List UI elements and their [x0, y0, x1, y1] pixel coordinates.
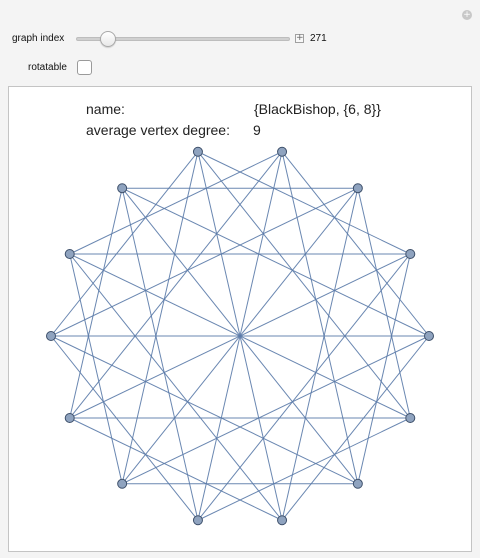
- graph-edge: [69, 151, 283, 255]
- graph-edge: [121, 335, 430, 485]
- graph-vertex: [117, 478, 128, 489]
- graph-vertex: [352, 183, 363, 194]
- graph-edge: [50, 335, 359, 485]
- graph-edge: [69, 417, 283, 521]
- graph-drawing: [46, 146, 434, 526]
- graph-vertex: [405, 248, 416, 259]
- graph-edge: [281, 188, 359, 521]
- graph-edge: [121, 151, 199, 484]
- graph-edge: [197, 417, 411, 521]
- graph-edge: [50, 335, 199, 521]
- app-window: + graph index + 271 rotatable name: {Bla…: [0, 0, 480, 558]
- graph-edge: [69, 253, 283, 521]
- graph-edge: [50, 187, 359, 337]
- graph-edge: [197, 253, 411, 521]
- graph-vertex: [64, 413, 75, 424]
- graph-edge: [281, 151, 359, 484]
- graph-edge: [197, 151, 411, 255]
- graph-vertex: [192, 146, 203, 157]
- graph-edge: [281, 151, 430, 337]
- graph-edge: [121, 188, 199, 521]
- graph-vertex: [424, 331, 434, 341]
- graph-edge: [121, 187, 430, 337]
- graph-vertex: [46, 331, 56, 341]
- graph-vertex: [192, 515, 203, 526]
- graph-vertex: [277, 146, 288, 157]
- graph-edges: [50, 151, 430, 521]
- graph-edge: [281, 335, 430, 521]
- graph-edge: [69, 151, 283, 419]
- graph-edge: [50, 151, 199, 337]
- graph-edge: [197, 151, 411, 419]
- graph-vertex: [64, 248, 75, 259]
- graph-vertex: [117, 183, 128, 194]
- graph-vertex: [352, 478, 363, 489]
- graph-vertex: [405, 413, 416, 424]
- graph-vertex: [277, 515, 288, 526]
